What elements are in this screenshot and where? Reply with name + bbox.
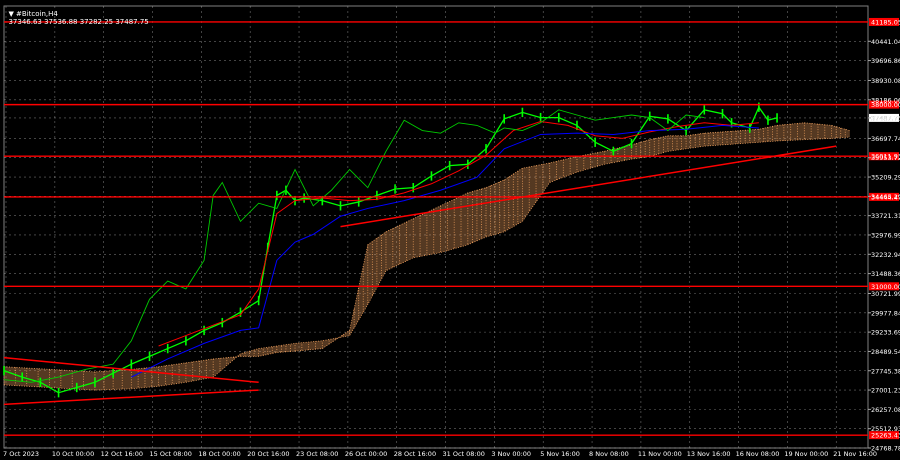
x-tick-label: 26 Oct 00:00	[345, 450, 387, 458]
x-tick-label: 13 Nov 16:00	[687, 450, 731, 458]
y-tick-label: 37487.75	[871, 114, 900, 122]
trendline	[3, 389, 259, 406]
x-tick-label: 11 Nov 00:00	[638, 450, 682, 458]
x-tick-label: 3 Nov 00:00	[491, 450, 531, 458]
x-tick-label: 19 Nov 00:00	[784, 450, 828, 458]
ichimoku-cloud	[3, 122, 850, 391]
symbol-label: ▼ #Bitcoin,H4	[8, 10, 58, 18]
x-tick-label: 16 Nov 08:00	[736, 450, 780, 458]
chart-header: ▼ #Bitcoin,H4 37346.63 37536.88 37282.25…	[4, 2, 153, 26]
ohlc-values: 37346.63 37536.88 37282.25 37487.75	[8, 18, 149, 26]
x-tick-label: 20 Oct 16:00	[247, 450, 289, 458]
y-tick-label: 38186.06	[871, 96, 900, 104]
y-tick-label: 33721.31	[871, 212, 900, 220]
cloud-fill	[4, 122, 850, 391]
y-tick-label: 29233.69	[871, 329, 900, 337]
y-tick-label: 35209.29	[871, 174, 900, 182]
x-tick-label: 7 Oct 2023	[3, 450, 39, 458]
y-tick-label: 25512.93	[871, 425, 900, 433]
y-tick-label: 40441.04	[871, 38, 900, 46]
x-tick-label: 10 Oct 00:00	[52, 450, 94, 458]
y-tick-label: 30721.99	[871, 290, 900, 298]
y-tick-label: 28489.54	[871, 348, 900, 356]
x-tick-label: 28 Oct 16:00	[394, 450, 436, 458]
y-tick-label: 32232.94	[871, 251, 900, 259]
x-tick-label: 5 Nov 16:00	[540, 450, 580, 458]
price-axis: 40441.04 39696.86 38930.08 38186.06 37487.75…	[868, 38, 900, 453]
y-tick-label: 26257.08	[871, 406, 900, 414]
x-tick-label: 8 Nov 08:00	[589, 450, 629, 458]
y-tick-label: 32976.99	[871, 231, 900, 239]
y-tick-label: 31488.36	[871, 270, 900, 278]
x-tick-label: 18 Oct 00:00	[198, 450, 240, 458]
y-tick-label: 27745.38	[871, 367, 900, 375]
y-tick-label: 27001.23	[871, 387, 900, 395]
price-chart[interactable]: 41185.0538000.0036011.9334444.4731000.00…	[0, 0, 900, 460]
x-tick-label: 23 Oct 08:00	[296, 450, 338, 458]
y-tick-label: 38930.08	[871, 77, 900, 85]
level-price-label: 41185.05	[871, 18, 900, 26]
x-tick-label: 31 Oct 08:00	[443, 450, 485, 458]
senkou-span-b	[3, 136, 850, 391]
x-tick-label: 21 Nov 16:00	[833, 450, 877, 458]
y-tick-label: 36697.74	[871, 135, 900, 143]
time-axis: 7 Oct 2023 10 Oct 00:00 12 Oct 16:00 15 Oct…	[3, 450, 877, 458]
y-tick-label: 35953.72	[871, 154, 900, 162]
series-chikou-span-line	[3, 109, 705, 383]
y-tick-label: 39696.86	[871, 57, 900, 65]
y-tick-label: 34465.29	[871, 193, 900, 201]
y-tick-label: 29977.84	[871, 309, 900, 317]
x-tick-label: 15 Oct 08:00	[150, 450, 192, 458]
x-tick-label: 12 Oct 16:00	[101, 450, 143, 458]
